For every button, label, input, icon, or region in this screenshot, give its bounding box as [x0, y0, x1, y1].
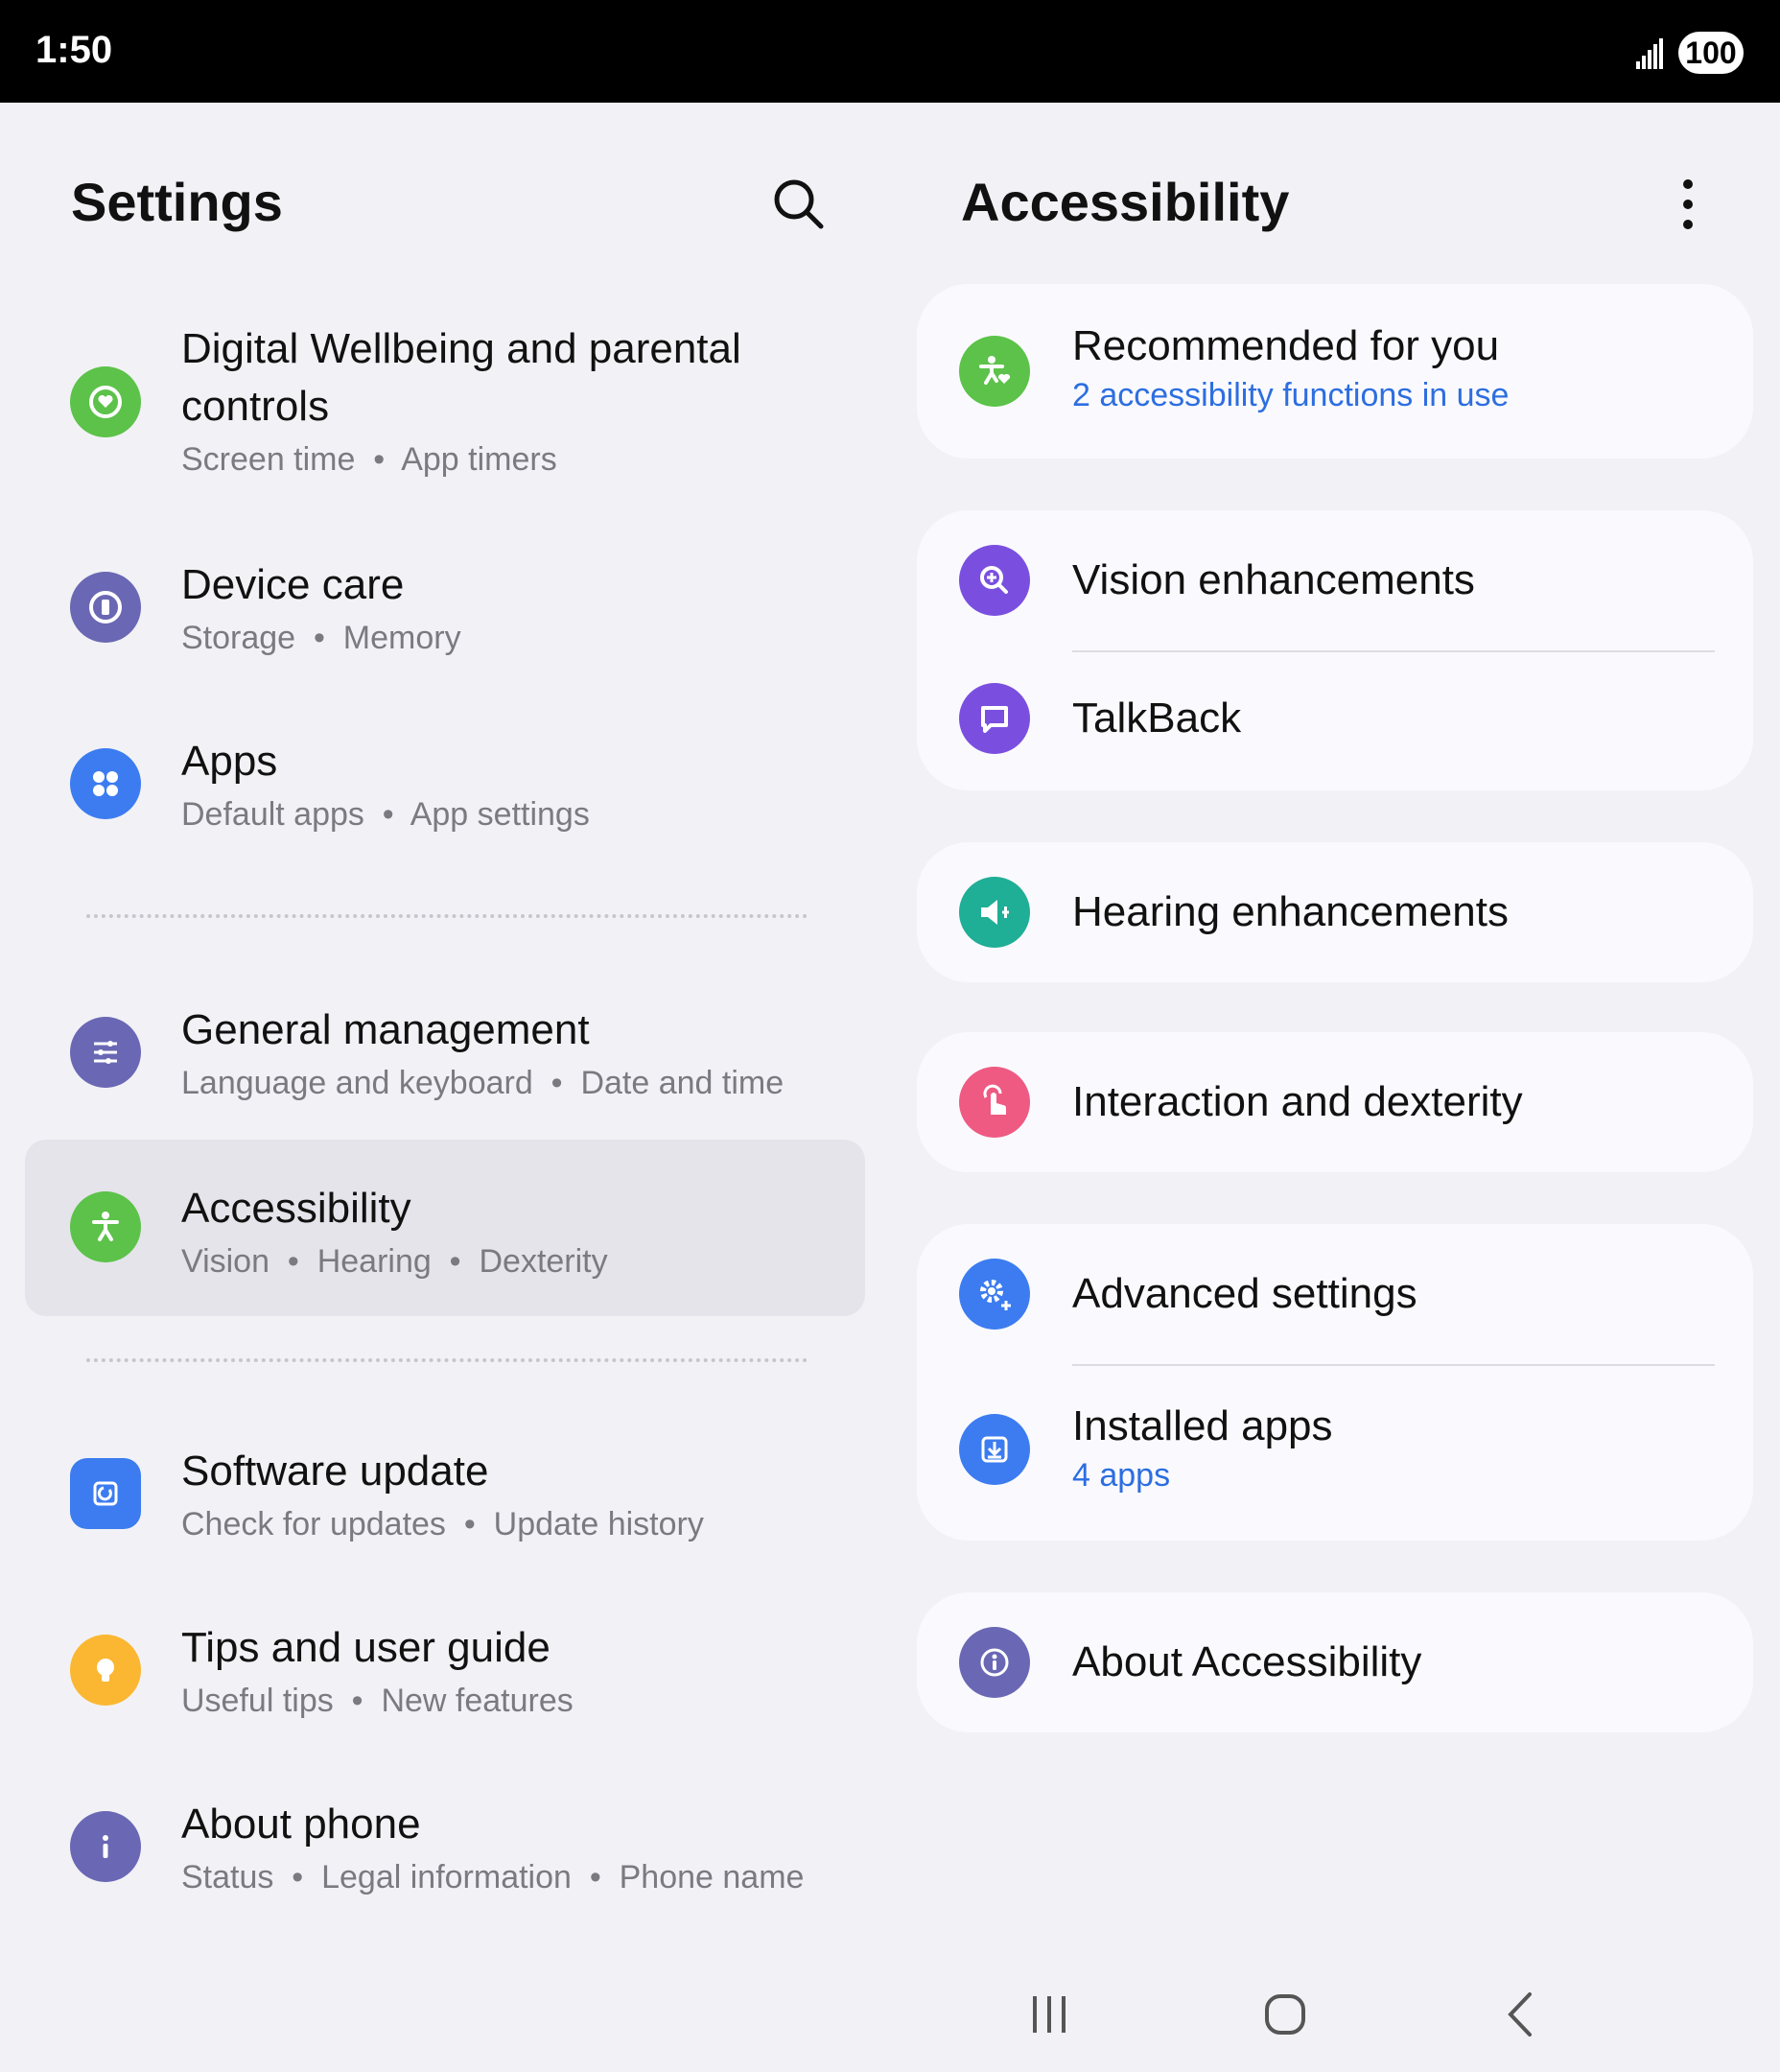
item-subtitle: Check for updates • Update history [181, 1506, 704, 1542]
info-icon [70, 1811, 141, 1882]
row-vision-enhancements[interactable]: Vision enhancements [917, 510, 1753, 650]
row-installed-apps[interactable]: Installed apps 4 apps [917, 1366, 1753, 1541]
apps-icon [70, 748, 141, 819]
row-interaction-dexterity[interactable]: Interaction and dexterity [917, 1032, 1753, 1172]
status-bar: 1:50 100 [0, 0, 1780, 103]
item-title: Digital Wellbeing and parental controls [181, 325, 741, 430]
talkback-icon [959, 683, 1030, 754]
item-subtitle: Status • Legal information • Phone name [181, 1859, 805, 1895]
row-talkback[interactable]: TalkBack [917, 652, 1753, 790]
accessibility-icon [70, 1191, 141, 1262]
battery-indicator: 100 [1678, 32, 1744, 74]
item-subtitle: Language and keyboard • Date and time [181, 1065, 785, 1101]
card-recommended: Recommended for you 2 accessibility func… [917, 284, 1753, 459]
settings-item-digital-wellbeing[interactable]: Digital Wellbeing and parental controls … [25, 317, 865, 489]
row-recommended[interactable]: Recommended for you 2 accessibility func… [917, 284, 1753, 459]
row-hearing-enhancements[interactable]: Hearing enhancements [917, 842, 1753, 982]
gear-plus-icon [959, 1259, 1030, 1330]
item-title: About phone [181, 1801, 421, 1848]
group-separator [86, 914, 808, 918]
row-title: Recommended for you [1072, 322, 1500, 369]
item-subtitle: Storage • Memory [181, 620, 461, 656]
item-title: Apps [181, 738, 278, 785]
card-advanced: Advanced settings Installed apps 4 apps [917, 1224, 1753, 1541]
settings-item-about-phone[interactable]: About phone Status • Legal information •… [25, 1796, 865, 1901]
group-separator [86, 1358, 808, 1362]
back-icon [1508, 1992, 1532, 2037]
sliders-icon [70, 1017, 141, 1088]
row-title: Installed apps [1072, 1402, 1333, 1449]
settings-item-accessibility[interactable]: Accessibility Vision • Hearing • Dexteri… [25, 1140, 865, 1316]
row-subtitle: 4 apps [1072, 1457, 1171, 1494]
item-title: Accessibility [181, 1185, 411, 1232]
detail-title: Accessibility [961, 172, 1290, 232]
more-options-icon[interactable] [1669, 175, 1707, 234]
item-title: Device care [181, 561, 405, 608]
row-title: Hearing enhancements [1072, 888, 1509, 935]
row-about-accessibility[interactable]: About Accessibility [917, 1592, 1753, 1732]
settings-item-general-management[interactable]: General management Language and keyboard… [25, 1001, 865, 1107]
card-interaction: Interaction and dexterity [917, 1032, 1753, 1172]
card-hearing: Hearing enhancements [917, 842, 1753, 982]
item-title: General management [181, 1006, 590, 1053]
row-title: TalkBack [1072, 695, 1242, 742]
search-icon[interactable] [767, 173, 831, 236]
recents-icon [1033, 1996, 1066, 2033]
item-subtitle: Screen time • App timers [181, 441, 557, 478]
settings-item-software-update[interactable]: Software update Check for updates • Upda… [25, 1443, 865, 1548]
row-title: Advanced settings [1072, 1270, 1417, 1317]
row-advanced-settings[interactable]: Advanced settings [917, 1224, 1753, 1366]
wellbeing-icon [70, 366, 141, 437]
recents-button[interactable] [1011, 1966, 1088, 2062]
card-about: About Accessibility [917, 1592, 1753, 1732]
settings-item-device-care[interactable]: Device care Storage • Memory [25, 556, 865, 662]
settings-item-apps[interactable]: Apps Default apps • App settings [25, 733, 865, 838]
info-icon [959, 1627, 1030, 1698]
settings-item-tips[interactable]: Tips and user guide Useful tips • New fe… [25, 1619, 865, 1725]
row-title: About Accessibility [1072, 1638, 1422, 1685]
item-title: Tips and user guide [181, 1624, 550, 1671]
item-title: Software update [181, 1448, 489, 1495]
item-subtitle: Vision • Hearing • Dexterity [181, 1243, 608, 1280]
page-title: Settings [71, 172, 283, 232]
item-subtitle: Default apps • App settings [181, 796, 590, 833]
home-button[interactable] [1247, 1966, 1323, 2062]
home-icon [1265, 1994, 1305, 2035]
navigation-bar [959, 1966, 1630, 2062]
touch-icon [959, 1067, 1030, 1138]
download-icon [959, 1414, 1030, 1485]
hearing-icon [959, 877, 1030, 948]
signal-icon [1636, 38, 1663, 69]
accessibility-heart-icon [959, 336, 1030, 407]
item-subtitle: Useful tips • New features [181, 1683, 574, 1719]
row-subtitle: 2 accessibility functions in use [1072, 377, 1510, 413]
magnifier-icon [959, 545, 1030, 616]
lightbulb-icon [70, 1635, 141, 1706]
row-title: Vision enhancements [1072, 556, 1475, 603]
software-update-icon [70, 1458, 141, 1529]
back-button[interactable] [1483, 1966, 1559, 2062]
card-vision: Vision enhancements TalkBack [917, 510, 1753, 790]
row-title: Interaction and dexterity [1072, 1078, 1523, 1125]
status-time: 1:50 [35, 29, 113, 71]
device-care-icon [70, 572, 141, 643]
